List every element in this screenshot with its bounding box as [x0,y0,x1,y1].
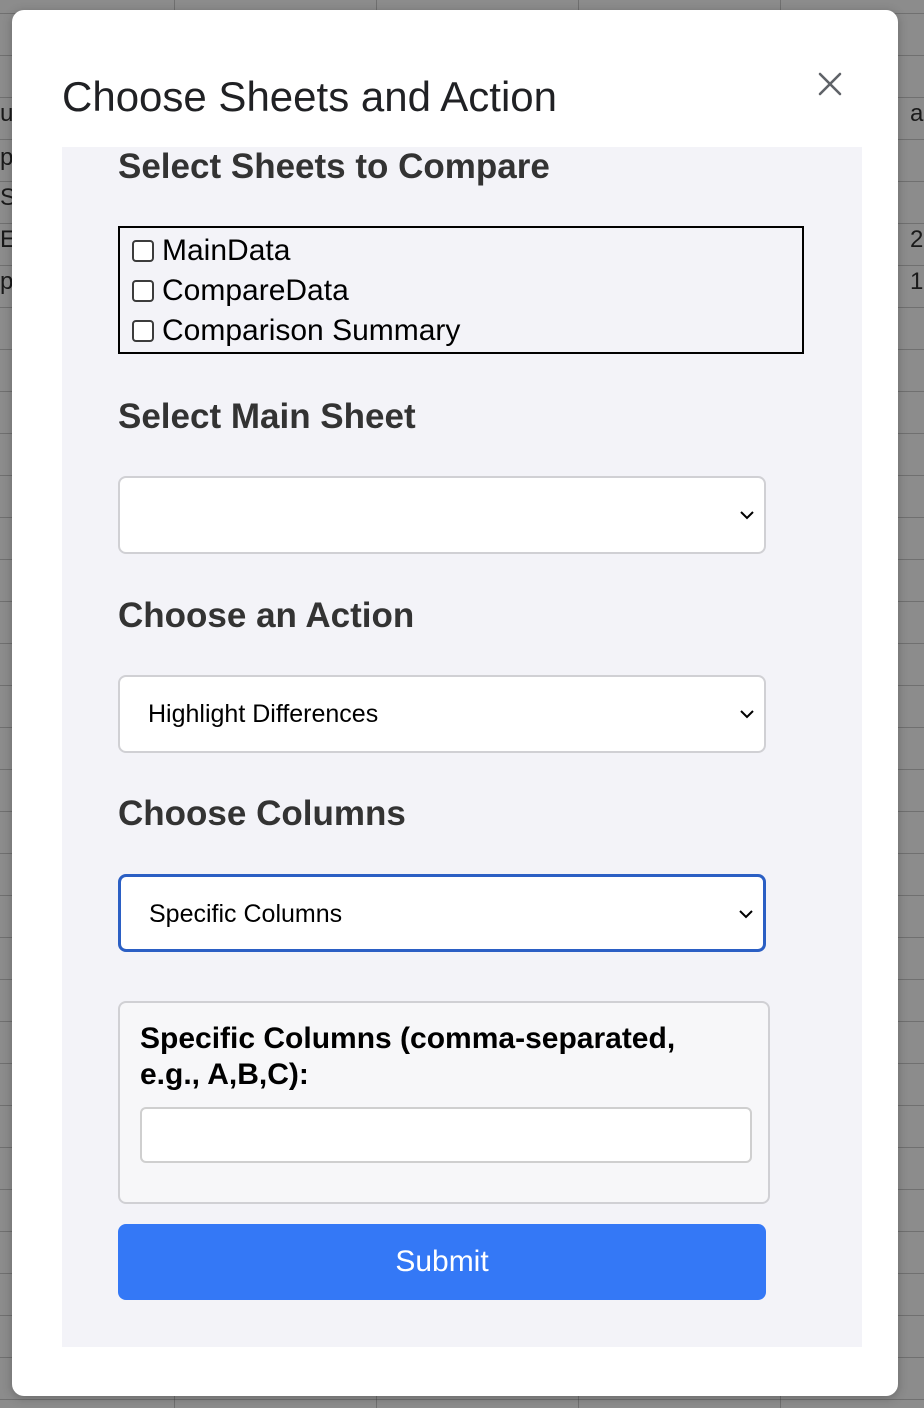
sheet-option-maindata[interactable]: MainData [132,234,290,268]
main-sheet-select[interactable] [118,476,766,554]
close-icon [818,72,842,96]
sheet-checkbox-list: MainData CompareData Comparison Summary [118,226,804,354]
chevron-down-icon [739,910,753,919]
checkbox[interactable] [132,240,154,262]
columns-title: Choose Columns [118,794,406,833]
close-button[interactable] [812,66,848,102]
specific-columns-input[interactable] [140,1107,752,1163]
specific-columns-group: Specific Columns (comma-separated, e.g.,… [118,1001,770,1204]
checkbox[interactable] [132,280,154,302]
main-sheet-title: Select Main Sheet [118,397,416,436]
submit-button[interactable]: Submit [118,1224,766,1300]
action-select[interactable]: Highlight Differences [118,675,766,753]
sheet-option-comparison-summary[interactable]: Comparison Summary [132,314,460,348]
sheet-option-label: Comparison Summary [162,314,461,347]
background-cell-text: a [910,100,924,127]
form-panel: Select Sheets to Compare MainData Compar… [62,147,862,1347]
action-select-value: Highlight Differences [148,700,379,728]
sheet-option-comparedata[interactable]: CompareData [132,274,349,308]
action-title: Choose an Action [118,596,415,635]
sheets-section-title: Select Sheets to Compare [118,147,550,186]
chevron-down-icon [740,710,754,719]
sheet-option-label: CompareData [162,274,349,307]
background-cell-text: 1 [910,268,924,295]
sheet-option-label: MainData [162,234,291,267]
background-cell-text: 2 [910,226,924,253]
columns-select-value: Specific Columns [149,900,343,928]
dialog-title: Choose Sheets and Action [62,73,558,120]
chevron-down-icon [740,511,754,520]
columns-select[interactable]: Specific Columns [118,874,766,952]
choose-sheets-dialog: Choose Sheets and Action Select Sheets t… [12,10,898,1396]
checkbox[interactable] [132,320,154,342]
specific-columns-label: Specific Columns (comma-separated, e.g.,… [140,1022,676,1091]
